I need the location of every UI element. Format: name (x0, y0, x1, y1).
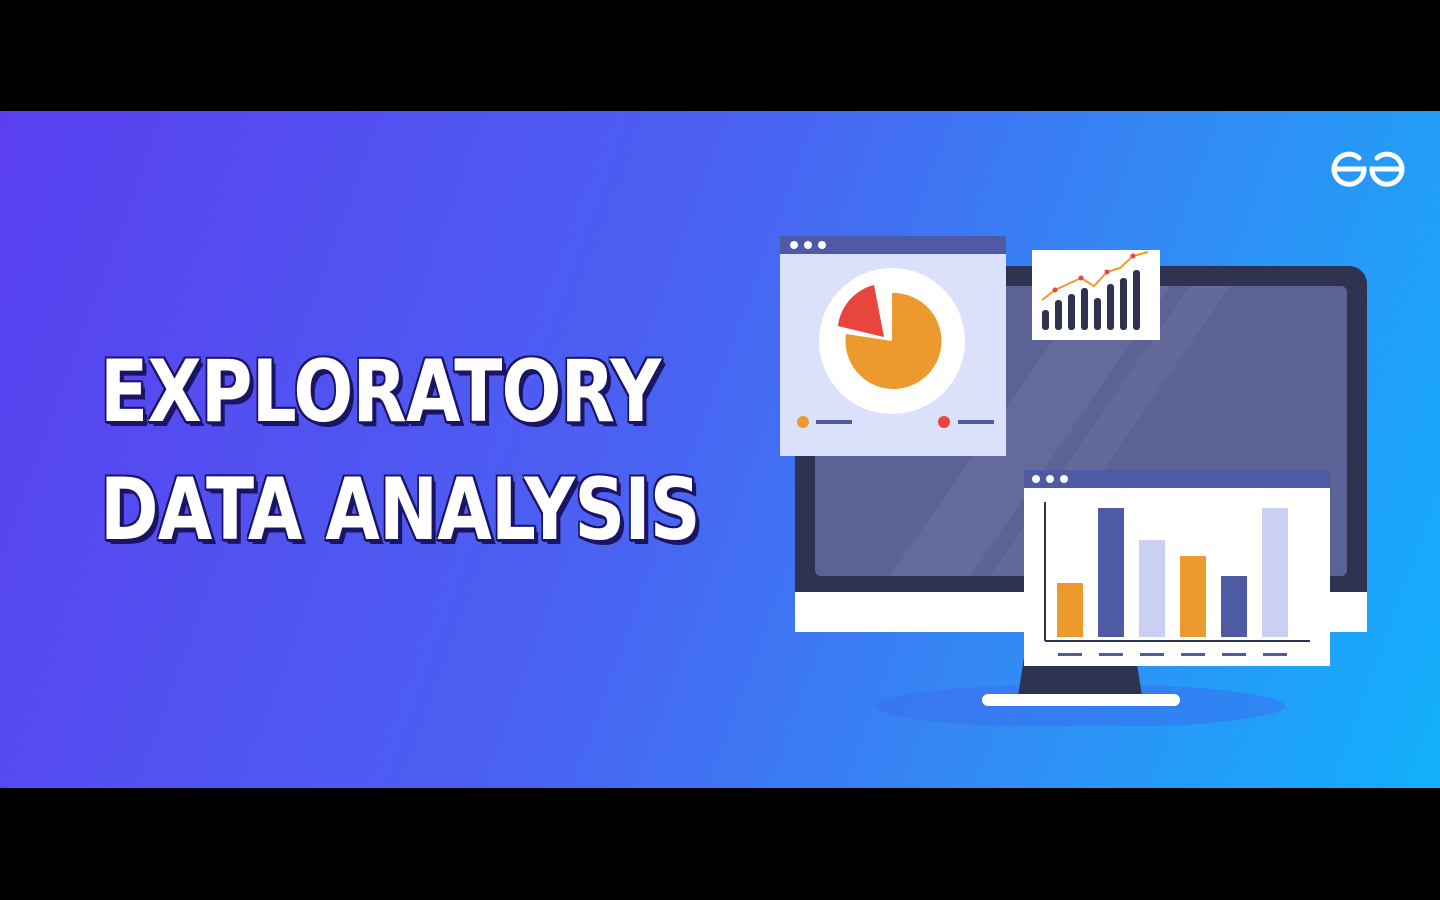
pie-chart-card (780, 236, 1006, 456)
bar-chart-card (1024, 470, 1330, 666)
dashboard-illustration (780, 236, 1367, 726)
bar-5 (1221, 576, 1247, 637)
hero-banner: EXPLORATORY DATA ANALYSIS (0, 111, 1440, 788)
bar-4 (1180, 556, 1206, 637)
monitor-base (982, 694, 1180, 706)
bar-2 (1098, 508, 1124, 637)
bar-1 (1057, 583, 1083, 637)
banner-title: EXPLORATORY DATA ANALYSIS (100, 333, 701, 569)
gfg-logo-icon (1331, 151, 1405, 187)
title-line-1: EXPLORATORY (100, 342, 661, 442)
bar-3 (1139, 540, 1165, 637)
title-line-2: DATA ANALYSIS (100, 460, 701, 560)
bar-6 (1262, 508, 1288, 637)
trend-chart-card (1032, 250, 1160, 340)
